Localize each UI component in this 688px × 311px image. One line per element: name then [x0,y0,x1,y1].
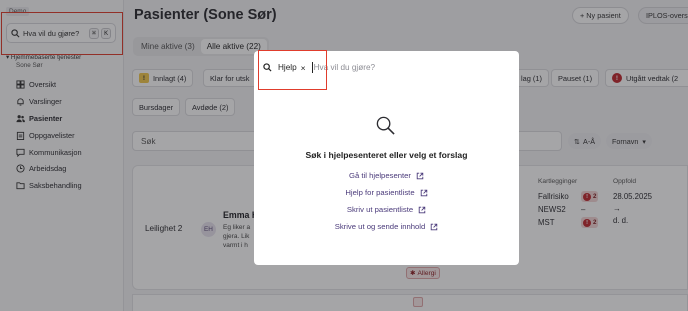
highlight-box-scope-chip [258,50,327,90]
empty-state-title: Søk i hjelpesenteret eller velg et forsl… [305,150,468,160]
suggestion-label: Skrive ut og sende innhold [334,222,426,231]
suggestion-label: Skriv ut pasientliste [346,205,414,214]
suggestion-print-send-content[interactable]: Skrive ut og sende innhold [335,218,439,235]
suggestion-list: Gå til hjelpesenter Hjelp for pasientlis… [254,167,519,235]
external-link-icon [420,189,427,196]
search-icon [376,116,395,135]
suggestion-help-center[interactable]: Gå til hjelpesenter [349,167,424,184]
external-link-icon [416,172,424,179]
suggestion-help-patient-list[interactable]: Hjelp for pasientliste [345,184,427,201]
external-link-icon [431,223,438,230]
suggestion-print-patient-list[interactable]: Skriv ut pasientliste [347,201,426,218]
suggestion-label: Gå til hjelpesenter [349,171,411,180]
external-link-icon [418,206,426,213]
suggestion-label: Hjelp for pasientliste [345,188,415,197]
